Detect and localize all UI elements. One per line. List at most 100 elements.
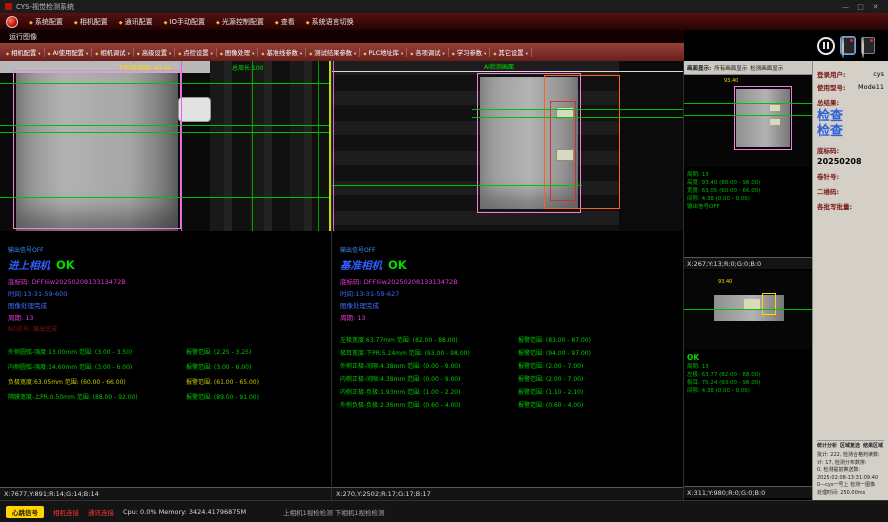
- preview-header-label: 画面显示:: [687, 64, 711, 72]
- ai-view-label: AI检测画面: [484, 62, 514, 71]
- camera-1-icon: [842, 37, 844, 58]
- coord-readout-preview-2: X:311;Y:980;R:0;G:0;B:0: [684, 486, 812, 498]
- model-label: 使用型号:: [817, 82, 846, 92]
- camera-link-status: 相机连接: [53, 507, 79, 517]
- preview-panel-2[interactable]: 93.40 OK 周期: 13 左极: 63.77 (82.00 - 88.00…: [684, 271, 812, 500]
- camera-1-button[interactable]: [841, 37, 855, 54]
- measure-row: 左极宽度:63.77mm 范围: (82.00 - 88.00)报警范围: (8…: [340, 334, 683, 347]
- preview-result-lines-2: OK 周期: 13 左极: 63.77 (82.00 - 88.00) 极耳: …: [684, 349, 812, 399]
- result-ok-badge: OK: [388, 258, 407, 272]
- preview-ok-badge: OK: [687, 353, 809, 363]
- measure-row: 外侧负极-负极:2.36mm 范围: (0.60 - 4.00)报警范围: (0…: [340, 399, 683, 412]
- stats-line: 处理时间: 250.00ms: [817, 490, 884, 498]
- tool-various-debug[interactable]: 各项调试: [407, 48, 449, 57]
- preview-image-1: 93.40: [684, 75, 812, 167]
- cycle-line: 周期: 13: [8, 312, 331, 322]
- preview-image-2: 93.40: [684, 271, 812, 349]
- menu-comm-config[interactable]: 通讯配置: [119, 17, 153, 27]
- measure-rows-lower: 左极宽度:63.77mm 范围: (82.00 - 88.00)报警范围: (8…: [332, 322, 683, 412]
- status-line: 图像处理完成: [8, 300, 331, 310]
- measure-row: 隔膜宽度-上PR:0.50mm 范围: (88.00 - 92.00)报警范围:…: [8, 390, 331, 405]
- tool-other-settings[interactable]: 其它设置: [490, 48, 532, 57]
- camera-image-lower[interactable]: AI检测画面: [332, 61, 683, 231]
- preview-option-detect[interactable]: 检测画面显示: [750, 64, 783, 72]
- tool-camera-debug[interactable]: 相机调试: [92, 48, 134, 57]
- qr-code-label: 二维码:: [817, 186, 884, 196]
- stats-tab-analysis[interactable]: 统计分析: [817, 443, 837, 451]
- stats-tabs: 统计分析 区域复选 结果区域: [817, 443, 884, 451]
- result-ok-badge: OK: [56, 258, 75, 272]
- menu-camera-config[interactable]: 相机配置: [74, 17, 108, 27]
- measure-row: 内侧正极-间隙:4.38mm 范围: (0.00 - 9.00)报警范围: (2…: [340, 373, 683, 386]
- close-button[interactable]: ✕: [868, 3, 883, 11]
- measure-row: 外侧正极-间隙:4.38mm 范围: (0.00 - 9.00)报警范围: (2…: [340, 360, 683, 373]
- roi-box: [13, 70, 181, 229]
- stats-tab-region[interactable]: 区域复选: [840, 443, 860, 451]
- tool-advanced-settings[interactable]: 高级设置: [134, 48, 176, 57]
- preview-overlay: 93.40: [724, 78, 738, 84]
- measure-row: 内侧圆弧-强度:14.60mm 范围: (3.00 - 6.00)报警范围: (…: [8, 360, 331, 375]
- info-sidebar: 登录用户: cys 使用型号: Mode11 总结果: 检查 检查 底标码: 2…: [812, 61, 888, 500]
- measure-overlay-yellow: 下检测:高度: 93.40: [118, 63, 171, 72]
- camera-2-icon: [862, 37, 864, 58]
- maximize-button[interactable]: □: [853, 3, 868, 11]
- tool-camera-config[interactable]: 相机配置: [3, 48, 45, 57]
- cycle-line: 周期: 13: [340, 312, 683, 322]
- menu-io-manual-config[interactable]: IO手动配置: [164, 17, 205, 27]
- window-title: CYS-视觉检测系统: [16, 2, 838, 12]
- menu-language-switch[interactable]: 系统语言切换: [306, 17, 354, 27]
- led-highlight: [556, 149, 574, 161]
- tool-learning-params[interactable]: 学习参数: [449, 48, 491, 57]
- stats-tab-result[interactable]: 结果区域: [863, 443, 883, 451]
- preview-option-all[interactable]: 所有画面显示: [714, 64, 747, 72]
- batch-write-label: 各批写批量:: [817, 201, 884, 211]
- measure-rows-upper: 外侧圆弧-强度:13.00mm 范围: (3.00 - 3.50)报警范围: (…: [0, 333, 331, 405]
- output-signal: 输出信号OFF: [8, 245, 331, 254]
- cpu-memory-readout: Cpu: 0.0% Memory: 3424.41796875M: [123, 508, 246, 516]
- tool-spot-check[interactable]: 点检设置: [175, 48, 217, 57]
- run-image-tab[interactable]: 运行图像: [0, 30, 684, 43]
- login-user-label: 登录用户:: [817, 69, 846, 79]
- menubar: 系统配置 相机配置 通讯配置 IO手动配置 光源控制配置 查看 系统语言切换: [0, 13, 888, 30]
- barcode-line: 底标码: DFFIiiw2025020813313472B: [340, 276, 683, 286]
- barcode-line: 底标码: DFFIiiw2025020813313472B: [8, 276, 331, 286]
- coord-readout-preview-1: X:267;Y:13;R:0;G:0;B:0: [684, 257, 812, 269]
- model-value[interactable]: Mode11: [858, 83, 884, 91]
- result-block-upper: 输出信号OFF 进上相机 OK 底标码: DFFIiiw2025020813313…: [0, 231, 331, 333]
- stats-line: 2025:02:08-13:31:09:40: [817, 475, 884, 483]
- camera-2-button[interactable]: [861, 37, 875, 54]
- preview-column: 画面显示: 所有画面显示 检测画面显示 93.40 周期: 13 高度: 93.…: [684, 61, 812, 500]
- menu-system-config[interactable]: 系统配置: [29, 17, 63, 27]
- note-line: NG信号: 输出完成: [8, 324, 331, 333]
- tool-ai-config[interactable]: AI使用配置: [45, 48, 93, 57]
- output-signal: 输出信号OFF: [340, 245, 683, 254]
- stats-block: 统计分析 区域复选 结果区域 批计: 222, 检测合格判读数: 计: 17, …: [817, 440, 884, 498]
- measure-overlay-green: 总周长:100: [232, 63, 263, 72]
- base-barcode-value: 20250208: [817, 157, 884, 166]
- camera-task-labels: 上相机1视检检测 下相机1视检检测: [283, 507, 384, 517]
- menu-view[interactable]: 查看: [275, 17, 295, 27]
- tool-plc-address[interactable]: PLC地址库: [360, 48, 407, 57]
- preview-header: 画面显示: 所有画面显示 检测画面显示: [684, 61, 812, 75]
- pause-icon: [823, 42, 825, 49]
- tool-image-processing[interactable]: 图像处理: [217, 48, 259, 57]
- pause-button[interactable]: [817, 37, 835, 55]
- tool-baseline-params[interactable]: 基准线参数: [258, 48, 306, 57]
- preview-panel-1[interactable]: 93.40 周期: 13 高度: 93.40 (88.00 - 98.00) 宽…: [684, 75, 812, 271]
- coord-readout-upper: X:7677,Y:891;R:14;G:14;B:14: [0, 487, 331, 500]
- result-title: 基准相机: [340, 260, 382, 272]
- stats-line: 0, 检测提前推送数:: [817, 467, 884, 475]
- toolbar: 相机配置 AI使用配置 相机调试 高级设置 点检设置 图像处理 基准线参数 测试…: [0, 43, 684, 61]
- preview-result-lines-1: 周期: 13 高度: 93.40 (88.00 - 98.00) 宽度: 63.…: [684, 167, 812, 215]
- titlebar: CYS-视觉检测系统 — □ ✕: [0, 0, 888, 13]
- total-result-value: 检查 检查: [817, 109, 884, 139]
- tool-test-result-params[interactable]: 测试结果参数: [306, 48, 360, 57]
- minimize-button[interactable]: —: [838, 3, 853, 11]
- app-logo-icon: [6, 16, 18, 28]
- measure-row: 内侧正极-负极:1.93mm 范围: (1.00 - 2.20)报警范围: (1…: [340, 386, 683, 399]
- preview-overlay: 93.40: [718, 279, 732, 285]
- result-title: 进上相机: [8, 260, 50, 272]
- menu-light-control-config[interactable]: 光源控制配置: [216, 17, 264, 27]
- camera-image-upper[interactable]: 下检测:高度: 93.40 总周长:100: [0, 61, 331, 231]
- stats-line: 批计: 222, 检测合格判读数:: [817, 452, 884, 460]
